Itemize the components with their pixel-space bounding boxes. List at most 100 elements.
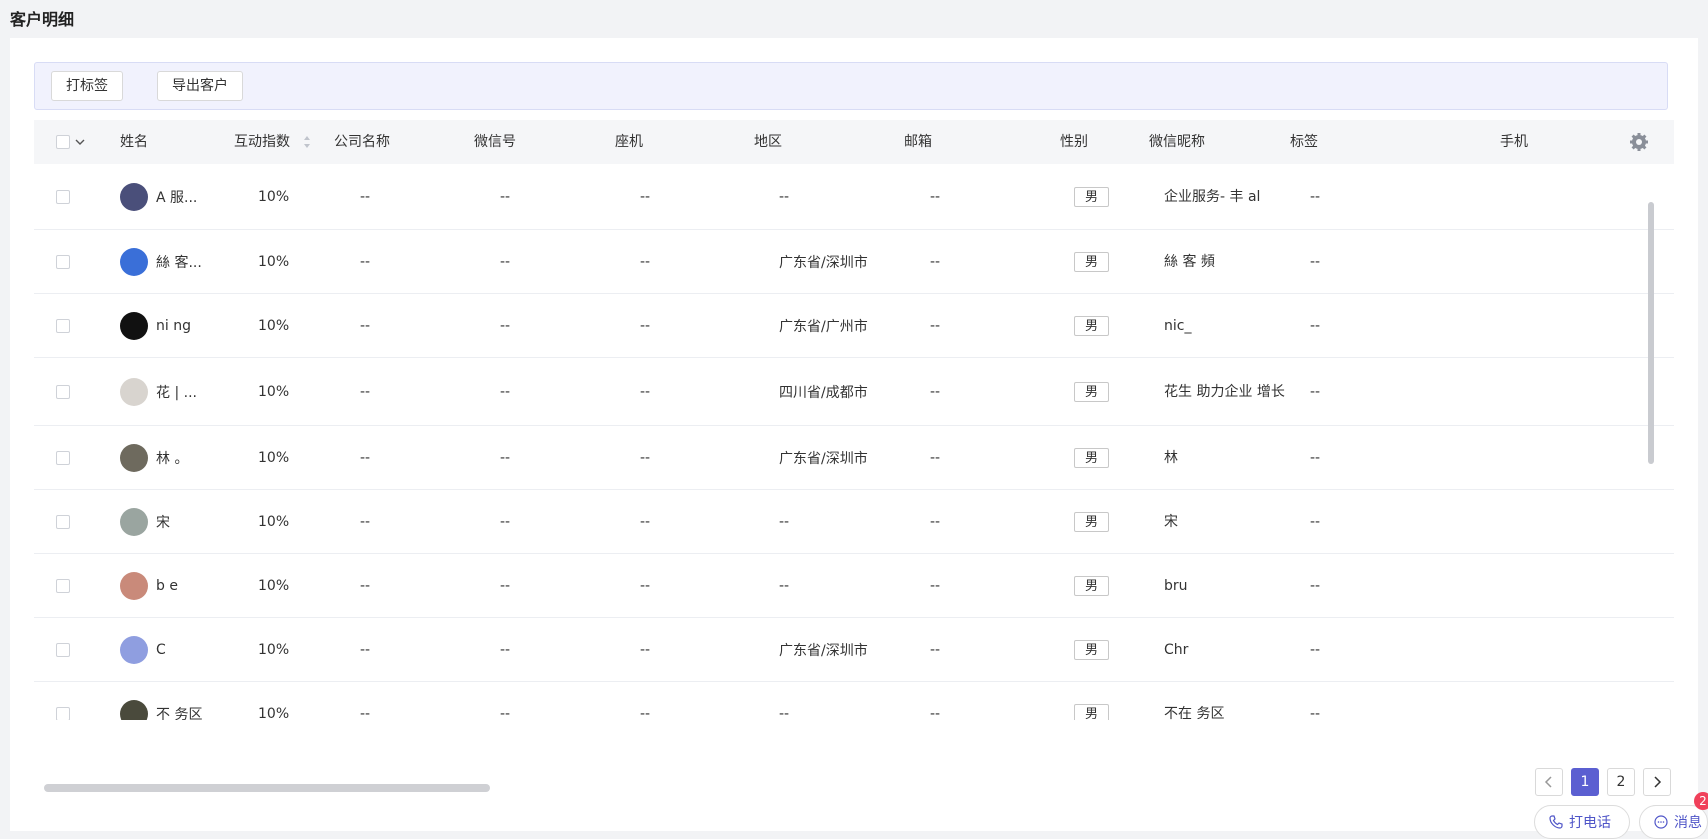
table-row[interactable]: A 服... 10% -- -- -- -- -- 男 企业服务- 丰 al -- bbox=[34, 164, 1674, 230]
customer-name[interactable]: ni ng bbox=[156, 318, 191, 334]
row-checkbox[interactable] bbox=[56, 254, 70, 269]
company-cell: -- bbox=[360, 705, 371, 721]
region-cell: 广东省/深圳市 bbox=[779, 254, 868, 271]
score-cell: 10% bbox=[258, 383, 290, 400]
row-checkbox-cell bbox=[56, 682, 70, 720]
score-cell: 10% bbox=[258, 513, 290, 530]
customer-name[interactable]: 花 | ... bbox=[156, 382, 197, 402]
table-row[interactable]: 林 。 10% -- -- -- 广东省/深圳市 -- 男 林 -- bbox=[34, 426, 1674, 490]
pagination-next-button[interactable] bbox=[1643, 768, 1671, 796]
row-checkbox[interactable] bbox=[56, 189, 70, 204]
avatar bbox=[120, 507, 148, 536]
landline-cell: -- bbox=[640, 317, 651, 334]
name-cell: C bbox=[120, 618, 166, 681]
nickname-text: 宋 bbox=[1164, 513, 1178, 530]
call-button[interactable]: 打电话 bbox=[1534, 805, 1630, 839]
customer-table: 姓名 互动指数 公司名称 微信号 座机 地区 邮箱 性别 微信昵称 标签 手机 … bbox=[34, 120, 1674, 720]
email-cell: -- bbox=[930, 317, 941, 334]
sex-cell: 男 bbox=[1074, 682, 1109, 720]
row-checkbox[interactable] bbox=[56, 706, 70, 720]
call-button-label: 打电话 bbox=[1569, 815, 1611, 831]
nickname-text: 不在 务区 bbox=[1164, 705, 1225, 721]
table-row[interactable]: 宋 10% -- -- -- -- -- 男 宋 -- bbox=[34, 490, 1674, 554]
nickname-text: 絲 客 頻 bbox=[1164, 253, 1215, 270]
tag-cell: -- bbox=[1310, 253, 1321, 270]
customer-name[interactable]: 不 务区 bbox=[156, 704, 202, 721]
avatar bbox=[120, 699, 148, 720]
tag-button[interactable]: 打标签 bbox=[51, 71, 123, 101]
customer-name[interactable]: A 服... bbox=[156, 187, 197, 207]
region-cell: -- bbox=[779, 705, 790, 721]
landline-cell: -- bbox=[640, 188, 651, 205]
name-cell: 絲 客... bbox=[120, 230, 202, 293]
row-checkbox[interactable] bbox=[56, 514, 70, 529]
export-customers-button[interactable]: 导出客户 bbox=[157, 71, 243, 101]
score-cell: 10% bbox=[258, 577, 290, 594]
chat-icon bbox=[1654, 815, 1668, 829]
col-sex: 性别 bbox=[1060, 134, 1088, 150]
table-row[interactable]: 不 务区 10% -- -- -- -- -- 男 不在 务区 -- bbox=[34, 682, 1674, 720]
nickname-cell: 企业服务- 丰 al bbox=[1164, 164, 1288, 229]
row-checkbox-cell bbox=[56, 554, 70, 617]
nickname-text: 企业服务- 丰 al bbox=[1164, 188, 1261, 205]
row-checkbox[interactable] bbox=[56, 642, 70, 657]
score-cell: 10% bbox=[258, 641, 290, 658]
phone-icon bbox=[1549, 815, 1563, 829]
row-checkbox[interactable] bbox=[56, 318, 70, 333]
score-cell: 10% bbox=[258, 188, 290, 205]
table-row[interactable]: 絲 客... 10% -- -- -- 广东省/深圳市 -- 男 絲 客 頻 -- bbox=[34, 230, 1674, 294]
pagination-page-2[interactable]: 2 bbox=[1607, 768, 1635, 796]
region-cell: -- bbox=[779, 513, 790, 530]
table-row[interactable]: ni ng 10% -- -- -- 广东省/广州市 -- 男 nic_ -- bbox=[34, 294, 1674, 358]
message-button-label: 消息 bbox=[1674, 815, 1702, 831]
row-checkbox-cell bbox=[56, 294, 70, 357]
table-row[interactable]: b e 10% -- -- -- -- -- 男 bru -- bbox=[34, 554, 1674, 618]
company-cell: -- bbox=[360, 513, 371, 530]
email-cell: -- bbox=[930, 383, 941, 400]
name-cell: A 服... bbox=[120, 164, 197, 229]
customer-name[interactable]: 絲 客... bbox=[156, 252, 202, 272]
score-cell: 10% bbox=[258, 705, 290, 721]
tag-cell: -- bbox=[1310, 577, 1321, 594]
tag-cell: -- bbox=[1310, 317, 1321, 334]
message-count-badge: 2 bbox=[1694, 792, 1708, 810]
row-checkbox[interactable] bbox=[56, 578, 70, 593]
vertical-scrollbar[interactable] bbox=[1648, 202, 1654, 464]
customer-name[interactable]: 宋 bbox=[156, 512, 170, 532]
nickname-cell: Chr bbox=[1164, 618, 1288, 681]
sex-tag: 男 bbox=[1074, 639, 1109, 660]
sex-cell: 男 bbox=[1074, 230, 1109, 293]
table-row[interactable]: C 10% -- -- -- 广东省/深圳市 -- 男 Chr -- bbox=[34, 618, 1674, 682]
landline-cell: -- bbox=[640, 449, 651, 466]
customer-name[interactable]: C bbox=[156, 642, 166, 658]
sort-icon[interactable] bbox=[302, 134, 312, 150]
col-score[interactable]: 互动指数 bbox=[234, 120, 290, 164]
sex-tag: 男 bbox=[1074, 251, 1109, 272]
col-name: 姓名 bbox=[120, 134, 148, 150]
wechat-cell: -- bbox=[500, 383, 511, 400]
avatar bbox=[120, 377, 148, 406]
sex-tag: 男 bbox=[1074, 703, 1109, 720]
row-checkbox[interactable] bbox=[56, 384, 70, 399]
nickname-cell: 絲 客 頻 bbox=[1164, 230, 1288, 293]
nickname-cell: 宋 bbox=[1164, 490, 1288, 553]
table-row[interactable]: 花 | ... 10% -- -- -- 四川省/成都市 -- 男 花生 助力企业 增长 -- bbox=[34, 358, 1674, 426]
gear-icon[interactable] bbox=[1629, 132, 1649, 152]
company-cell: -- bbox=[360, 317, 371, 334]
email-cell: -- bbox=[930, 188, 941, 205]
select-all-checkbox[interactable] bbox=[56, 135, 70, 149]
customer-name[interactable]: b e bbox=[156, 578, 178, 594]
row-checkbox[interactable] bbox=[56, 450, 70, 465]
region-cell: 广东省/深圳市 bbox=[779, 642, 868, 659]
pagination-page-1[interactable]: 1 bbox=[1571, 768, 1599, 796]
horizontal-scrollbar[interactable] bbox=[44, 784, 490, 792]
nickname-cell: 不在 务区 bbox=[1164, 682, 1288, 721]
pagination-prev-button[interactable] bbox=[1535, 768, 1563, 796]
message-button[interactable]: 消息 bbox=[1639, 805, 1708, 839]
avatar bbox=[120, 247, 148, 276]
chevron-down-icon[interactable] bbox=[74, 136, 86, 148]
landline-cell: -- bbox=[640, 513, 651, 530]
landline-cell: -- bbox=[640, 253, 651, 270]
sex-cell: 男 bbox=[1074, 426, 1109, 489]
customer-name[interactable]: 林 。 bbox=[156, 448, 188, 468]
